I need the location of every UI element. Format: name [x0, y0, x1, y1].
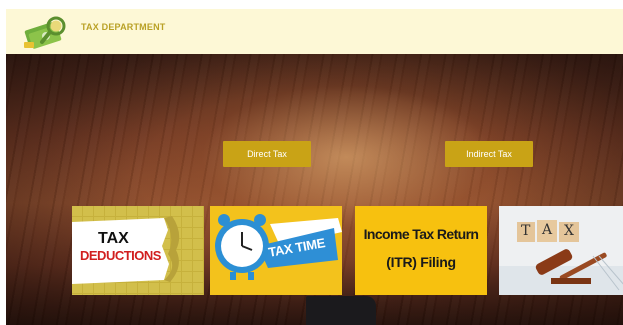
direct-tax-button[interactable]: Direct Tax — [223, 141, 311, 167]
tax-gavel-card[interactable]: T A X — [499, 206, 623, 295]
card-tax-letter-t: T — [521, 223, 531, 239]
tax-deductions-card[interactable]: TAX DEDUCTIONS — [72, 206, 204, 295]
hero-banner: Direct Tax Indirect Tax TAX DEDUCTIONS T… — [6, 54, 623, 325]
header-bar: TAX DEPARTMENT — [6, 9, 623, 54]
money-magnifier-icon[interactable] — [20, 12, 70, 52]
brand-title[interactable]: TAX DEPARTMENT — [81, 22, 165, 32]
card-itr-line2: (ITR) Filing — [386, 254, 456, 270]
desk-object — [306, 296, 376, 325]
card-tax-label: TAX — [98, 230, 129, 247]
card-tax-letter-x: X — [564, 223, 574, 239]
tax-time-card[interactable]: TAX TIME — [210, 206, 342, 295]
card-itr-line1: Income Tax Return — [363, 226, 479, 242]
card-deductions-label: DEDUCTIONS — [80, 248, 161, 263]
indirect-tax-button[interactable]: Indirect Tax — [445, 141, 533, 167]
card-tax-letter-a: A — [542, 222, 553, 238]
itr-filing-card[interactable]: Income Tax Return (ITR) Filing — [355, 206, 487, 295]
